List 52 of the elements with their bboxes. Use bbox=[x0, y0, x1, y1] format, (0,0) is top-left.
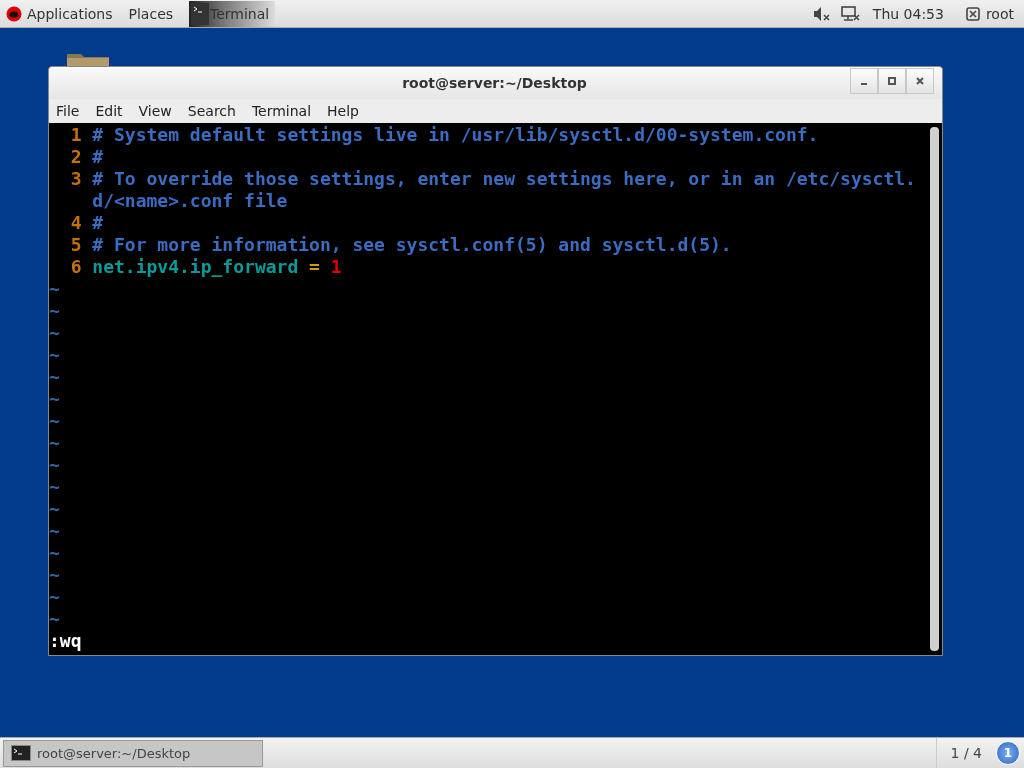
empty-line-tilde: ~ bbox=[49, 586, 60, 608]
code-line: # System default settings live in /usr/lib/sysctl.d/00-system.conf. bbox=[92, 124, 820, 146]
line-number: 3 bbox=[69, 168, 83, 190]
menu-item[interactable]: Help bbox=[327, 103, 359, 119]
empty-line-tilde: ~ bbox=[49, 300, 60, 322]
close-icon bbox=[916, 77, 924, 85]
taskbar-window-button[interactable]: root@server:~/Desktop bbox=[3, 739, 263, 767]
menu-item[interactable]: Terminal bbox=[251, 103, 312, 119]
window-title: root@server:~/Desktop bbox=[401, 75, 588, 91]
scrollbar[interactable] bbox=[930, 127, 939, 651]
clock[interactable]: Thu 04:53 bbox=[872, 5, 944, 22]
code-line: # bbox=[92, 212, 105, 234]
empty-line-tilde: ~ bbox=[49, 344, 60, 366]
network-disconnected-icon[interactable] bbox=[840, 5, 861, 22]
terminal-icon bbox=[191, 2, 210, 25]
line-number: 2 bbox=[69, 146, 83, 168]
empty-line-tilde: ~ bbox=[49, 564, 60, 586]
empty-line-tilde: ~ bbox=[49, 608, 60, 630]
empty-line-tilde: ~ bbox=[49, 520, 60, 542]
menu-item[interactable]: View bbox=[138, 103, 172, 119]
code-line: # For more information, see sysctl.conf(5) and sysctl.d(5). bbox=[92, 234, 733, 256]
code-line: # To override those settings, enter new settings here, or in an /etc/sysctl.d/<name>.conf file bbox=[92, 168, 917, 212]
line-number: 6 bbox=[69, 256, 83, 278]
hat-logo-icon bbox=[6, 5, 22, 22]
line-number: 1 bbox=[69, 124, 83, 146]
user-menu[interactable]: root bbox=[985, 5, 1014, 22]
menu-item[interactable]: File bbox=[56, 103, 80, 119]
empty-line-tilde: ~ bbox=[49, 388, 60, 410]
command-line[interactable]: :wq bbox=[49, 630, 82, 652]
code-line: # bbox=[92, 146, 105, 168]
empty-line-tilde: ~ bbox=[49, 410, 60, 432]
maximize-button[interactable] bbox=[878, 68, 906, 94]
empty-line-tilde: ~ bbox=[49, 322, 60, 344]
volume-muted-icon[interactable] bbox=[812, 5, 831, 22]
empty-line-tilde: ~ bbox=[49, 278, 60, 300]
maximize-icon bbox=[888, 77, 896, 85]
empty-line-tilde: ~ bbox=[49, 498, 60, 520]
menu-item[interactable]: Edit bbox=[95, 103, 123, 119]
empty-line-tilde: ~ bbox=[49, 454, 60, 476]
empty-line-tilde: ~ bbox=[49, 476, 60, 498]
empty-line-tilde: ~ bbox=[49, 542, 60, 564]
top-menu-item[interactable]: Applications bbox=[27, 5, 113, 22]
empty-line-tilde: ~ bbox=[49, 432, 60, 454]
empty-line-tilde: ~ bbox=[49, 366, 60, 388]
menu-item[interactable]: Search bbox=[187, 103, 236, 119]
workspace-indicator[interactable]: 1 / 4 bbox=[935, 737, 996, 768]
line-number: 4 bbox=[69, 212, 83, 234]
terminal-icon bbox=[11, 745, 31, 761]
close-button[interactable] bbox=[906, 68, 934, 94]
code-line: net.ipv4.ip_forward = 1 bbox=[92, 256, 343, 278]
line-number: 5 bbox=[69, 234, 83, 256]
top-menu-item[interactable]: Places bbox=[128, 5, 174, 22]
